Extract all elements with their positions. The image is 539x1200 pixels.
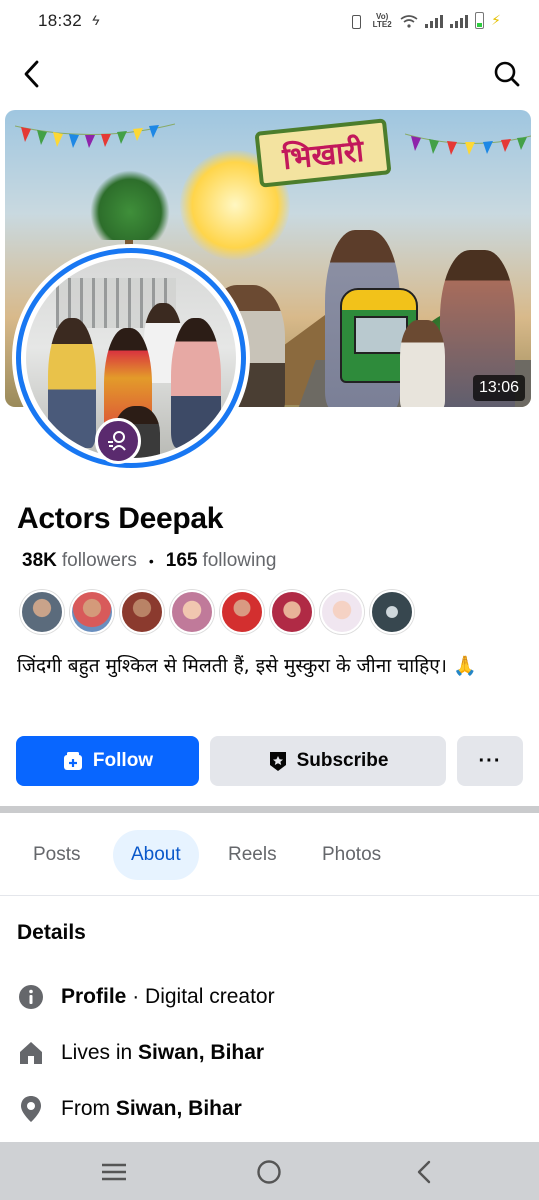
friend-avatar[interactable] <box>220 590 264 634</box>
tab-label: Posts <box>33 844 81 865</box>
status-bar: 18:32 ϟ Vo) LTE2 ⚡ <box>0 0 539 44</box>
detail-profile-value: Digital creator <box>145 985 275 1008</box>
info-icon <box>17 983 45 1011</box>
search-button[interactable] <box>489 56 525 92</box>
followers-label: followers <box>61 550 137 571</box>
wifi-icon <box>400 14 418 28</box>
signal-icon-1 <box>425 14 444 28</box>
follow-button[interactable]: Follow <box>16 736 199 786</box>
detail-separator: · <box>126 985 146 1008</box>
cover-title-text: भिखारी <box>280 133 366 177</box>
tab-posts[interactable]: Posts <box>15 830 99 880</box>
from-prefix: From <box>61 1097 116 1120</box>
profile-tabs: Posts About Reels Photos <box>0 828 539 884</box>
tab-label: About <box>131 844 181 865</box>
detail-profile-category: Profile · Digital creator <box>17 983 275 1011</box>
following-label: following <box>202 550 277 571</box>
home-circle-icon <box>257 1160 281 1184</box>
details-heading: Details <box>17 921 86 944</box>
menu-lines-icon <box>102 1163 126 1181</box>
detail-from: From Siwan, Bihar <box>17 1095 242 1123</box>
tabs-divider <box>0 895 539 896</box>
battery-icon <box>475 12 485 29</box>
back-button[interactable] <box>14 56 50 92</box>
mutual-avatars-row[interactable] <box>20 590 414 634</box>
friend-avatar[interactable] <box>270 590 314 634</box>
lives-in-value: Siwan, Bihar <box>138 1041 265 1064</box>
status-icons: Vo) LTE2 ⚡ <box>348 12 501 29</box>
cover-title-sign: भिखारी <box>254 118 392 188</box>
more-icon: ··· <box>478 749 502 772</box>
detail-lives-in: Lives in Siwan, Bihar <box>17 1039 264 1067</box>
system-back-button[interactable] <box>406 1154 442 1190</box>
tab-label: Photos <box>322 844 382 865</box>
video-duration-badge: 13:06 <box>472 375 525 401</box>
status-time: 18:32 <box>38 11 83 30</box>
from-value: Siwan, Bihar <box>115 1097 242 1120</box>
bunting-decoration-right <box>405 133 531 155</box>
friend-avatar[interactable] <box>320 590 364 634</box>
profile-page: 18:32 ϟ Vo) LTE2 ⚡ भिखारी 13:06 Actors D… <box>0 0 539 1200</box>
back-arrow-icon <box>417 1160 431 1184</box>
home-button[interactable] <box>251 1154 287 1190</box>
avatar-person <box>171 318 221 448</box>
subscribe-button[interactable]: Subscribe <box>210 736 446 786</box>
following-count: 165 <box>165 550 198 571</box>
subscribe-badge-icon <box>269 752 286 771</box>
app-header <box>0 44 539 104</box>
friend-avatar[interactable] <box>20 590 64 634</box>
data-saver-icon: ϟ <box>92 12 100 28</box>
friend-avatar[interactable] <box>170 590 214 634</box>
signal-icon-2 <box>450 14 469 28</box>
add-friend-icon <box>63 752 82 770</box>
lives-in-prefix: Lives in <box>61 1041 139 1064</box>
followers-count: 38K <box>22 550 57 571</box>
search-icon <box>494 61 520 87</box>
vibrate-icon <box>348 14 364 29</box>
section-separator <box>0 806 539 813</box>
tab-label: Reels <box>228 844 277 865</box>
location-pin-icon <box>17 1095 45 1123</box>
recent-apps-button[interactable] <box>96 1154 132 1190</box>
tab-reels[interactable]: Reels <box>210 830 295 880</box>
more-options-button[interactable]: ··· <box>457 736 523 786</box>
friend-avatar[interactable] <box>120 590 164 634</box>
palm-tree <box>90 170 170 240</box>
charging-icon: ⚡ <box>491 12 501 28</box>
profile-name: Actors Deepak <box>17 502 224 535</box>
digital-creator-badge-icon <box>95 418 141 464</box>
profile-bio: जिंदगी बहुत मुश्किल से मिलती हैं, इसे मु… <box>17 655 477 677</box>
chevron-left-icon <box>24 60 39 88</box>
stats-separator: • <box>148 553 154 569</box>
rocket-icon <box>108 431 126 451</box>
avatar-person <box>48 318 96 448</box>
friend-avatar[interactable] <box>370 590 414 634</box>
tab-about[interactable]: About <box>113 830 199 880</box>
home-icon <box>17 1039 45 1067</box>
detail-profile-label: Profile <box>61 985 127 1008</box>
follow-label: Follow <box>92 750 154 771</box>
volte-label: Vo) LTE2 <box>372 11 392 29</box>
bunting-decoration <box>15 123 175 148</box>
tab-photos[interactable]: Photos <box>304 830 399 880</box>
system-nav-bar <box>0 1142 539 1200</box>
follow-stats[interactable]: 38K followers • 165 following <box>22 550 276 572</box>
cover-person <box>400 320 445 407</box>
subscribe-label: Subscribe <box>296 750 389 771</box>
friend-avatar[interactable] <box>70 590 114 634</box>
